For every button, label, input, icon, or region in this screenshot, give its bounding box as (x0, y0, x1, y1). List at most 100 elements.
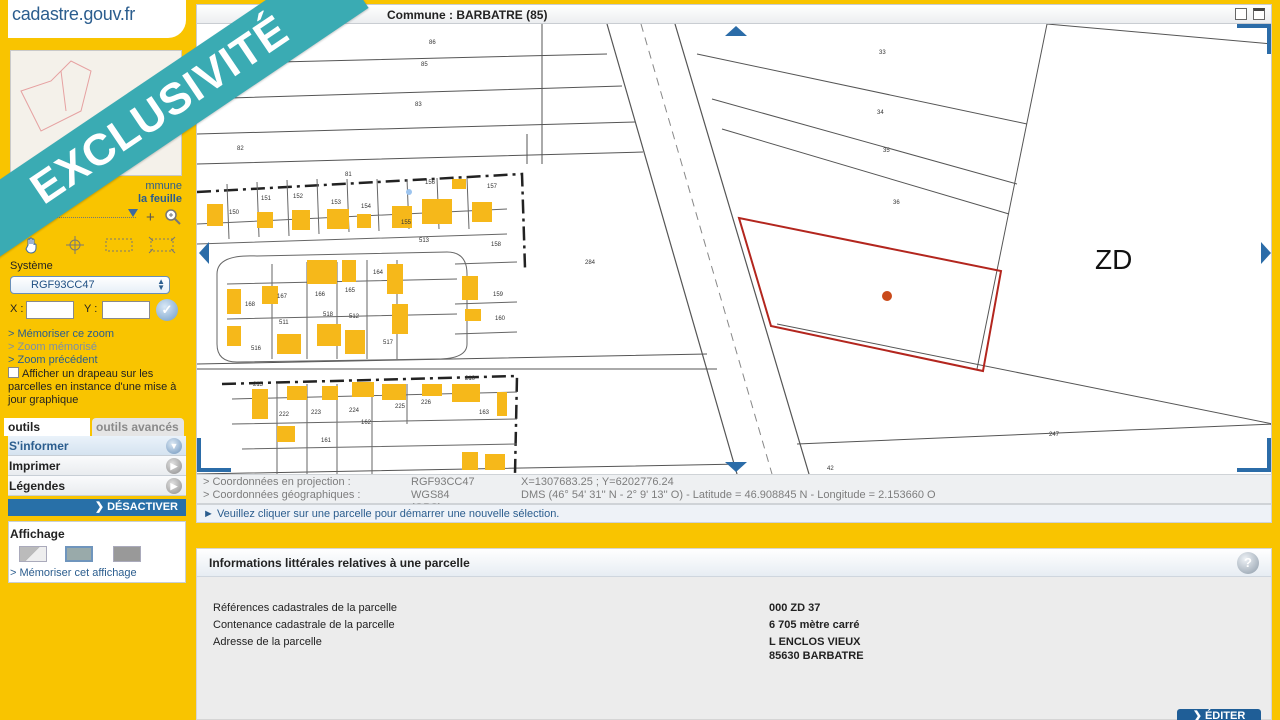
systeme-value: RGF93CC47 (31, 279, 95, 291)
map-tools (10, 232, 184, 258)
memoriser-zoom-link[interactable]: > Mémoriser ce zoom (8, 328, 114, 341)
flag-option: Afficher un drapeau sur les parcelles en… (8, 367, 184, 407)
geo-row: > Coordonnées géographiques : WGS84 (GPS… (203, 489, 936, 514)
parcel-number-247: 247 (1049, 432, 1060, 438)
parcel-number-161: 161 (321, 438, 332, 444)
tab-outils-simples[interactable]: outils simples (4, 418, 90, 452)
status-message: ► Veuillez cliquer sur une parcelle pour… (196, 504, 1272, 523)
logo-text: cadastre.gouv.fr (12, 4, 135, 24)
parcel-number-224: 224 (349, 408, 360, 414)
parcel-number-223: 223 (311, 410, 322, 416)
geo-value: DMS (46° 54' 31'' N - 2° 9' 13'' O) - La… (521, 489, 936, 501)
parcel-number-159: 159 (493, 292, 504, 298)
menu-label: Imprimer (9, 459, 61, 473)
zoom-in-icon[interactable]: + (146, 209, 155, 226)
systeme-label: Système (10, 260, 53, 272)
parcel-number-82: 82 (237, 146, 244, 152)
location-marker-icon (882, 291, 892, 301)
parcel-number-517: 517 (383, 340, 394, 346)
parcel-number-162: 162 (361, 420, 372, 426)
parcel-number-284: 284 (585, 260, 596, 266)
ref-value: 000 ZD 37 (769, 602, 821, 614)
zoom-memorise-link[interactable]: > Zoom mémorisé (8, 341, 97, 354)
parcel-number-226: 226 (421, 400, 432, 406)
cadastral-map[interactable]: 86 85 83 82 81 150 151 152 153 154 155 156 157 158 159… (196, 24, 1272, 474)
parcel-number-165: 165 (345, 288, 356, 294)
parcel-number-158: 158 (491, 242, 502, 248)
pan-west-icon[interactable] (199, 242, 209, 264)
maximize-window-icon[interactable] (1253, 8, 1265, 20)
memoriser-affichage-link[interactable]: > Mémoriser cet affichage (10, 567, 137, 580)
parcel-number-168: 168 (245, 302, 256, 308)
help-icon[interactable]: ? (1237, 552, 1259, 574)
menu-item-legendes[interactable]: Légendes ▶ (8, 476, 186, 496)
systeme-select[interactable]: RGF93CC47 ▲ ▼ (10, 276, 170, 294)
flag-checkbox-label: Afficher un drapeau sur les parcelles en… (8, 368, 177, 406)
layout-medium-icon[interactable] (65, 546, 93, 562)
parcel-number-516: 516 (251, 346, 262, 352)
menu-label: Légendes (9, 479, 66, 493)
parcel-number-164: 164 (373, 270, 384, 276)
parcel-number-150: 150 (229, 210, 240, 216)
parcel-number-160: 160 (495, 316, 506, 322)
chevron-right-icon: ▶ (166, 458, 182, 474)
parcel-number-42: 42 (827, 466, 834, 472)
parcel-number-36: 36 (893, 200, 900, 206)
menu-item-sinformer[interactable]: S'informer ▼ (8, 436, 186, 456)
parcel-number-86: 86 (429, 40, 436, 46)
center-target-icon[interactable] (59, 234, 91, 256)
parcel-number-163: 163 (479, 410, 490, 416)
affichage-panel: Affichage > Mémoriser cet affichage (8, 521, 186, 583)
section-label: ZD (1095, 244, 1133, 275)
chevron-right-icon: ▶ (166, 478, 182, 494)
parcel-number-33: 33 (879, 50, 886, 56)
editer-label: ÉDITER (1204, 710, 1246, 720)
select-arrow-icon: ▲ ▼ (157, 277, 165, 292)
ref-label: Références cadastrales de la parcelle (213, 602, 398, 614)
site-logo[interactable]: cadastre.gouv.fr (8, 0, 186, 38)
y-coordinate-input[interactable] (102, 301, 150, 319)
projection-value: X=1307683.25 ; Y=6202776.24 (521, 476, 674, 488)
magnifier-icon[interactable] (164, 208, 182, 226)
pan-north-icon[interactable] (725, 26, 747, 36)
parcel-number-225: 225 (395, 404, 406, 410)
chevron-down-icon: ▼ (166, 438, 182, 454)
menu-item-imprimer[interactable]: Imprimer ▶ (8, 456, 186, 476)
parcel-number-518: 518 (323, 312, 334, 318)
parcel-number-81: 81 (345, 172, 352, 178)
desactiver-button[interactable]: ❯ DÉSACTIVER (8, 499, 186, 516)
coordinates-bar: > Coordonnées en projection : RGF93CC47 … (196, 474, 1272, 514)
x-coordinate-input[interactable] (26, 301, 74, 319)
parcel-number-153: 153 (331, 200, 342, 206)
parcel-number-222: 222 (279, 412, 290, 418)
zoom-out-box-icon[interactable] (146, 234, 178, 256)
adresse-value-2: 85630 BARBATRE (769, 650, 864, 662)
projection-system: RGF93CC47 (411, 476, 475, 488)
parcel-number-154: 154 (361, 204, 372, 210)
tab-outils-avances[interactable]: outils avancés (92, 418, 184, 436)
affichage-title: Affichage (10, 527, 65, 541)
zoom-box-icon[interactable] (103, 234, 135, 256)
parcel-number-155: 155 (401, 220, 412, 226)
pan-south-icon[interactable] (725, 462, 747, 472)
zoom-slider-handle[interactable] (128, 209, 138, 217)
layout-small-icon[interactable] (19, 546, 47, 562)
flag-checkbox[interactable] (8, 367, 19, 378)
go-coordinates-button[interactable]: ✓ (156, 299, 178, 321)
parcel-number-167: 167 (277, 294, 288, 300)
zoom-precedent-link[interactable]: > Zoom précédent (8, 354, 98, 367)
parcel-number-83: 83 (415, 102, 422, 108)
contenance-value: 6 705 mètre carré (769, 619, 860, 631)
restore-window-icon[interactable] (1235, 8, 1247, 20)
layout-large-icon[interactable] (113, 546, 141, 562)
desactiver-label: DÉSACTIVER (107, 501, 178, 513)
projection-row: > Coordonnées en projection : RGF93CC47 … (203, 476, 674, 489)
projection-label: > Coordonnées en projection : (203, 476, 351, 488)
parcel-number-34: 34 (877, 110, 884, 116)
editer-button[interactable]: ❯ ÉDITER (1177, 709, 1261, 720)
parcel-number-210: 210 (465, 376, 476, 382)
x-label: X : (10, 303, 24, 315)
parcel-number-157: 157 (487, 184, 498, 190)
pan-east-icon[interactable] (1261, 242, 1271, 264)
tools-tabs: outils simples outils avancés (4, 418, 186, 452)
